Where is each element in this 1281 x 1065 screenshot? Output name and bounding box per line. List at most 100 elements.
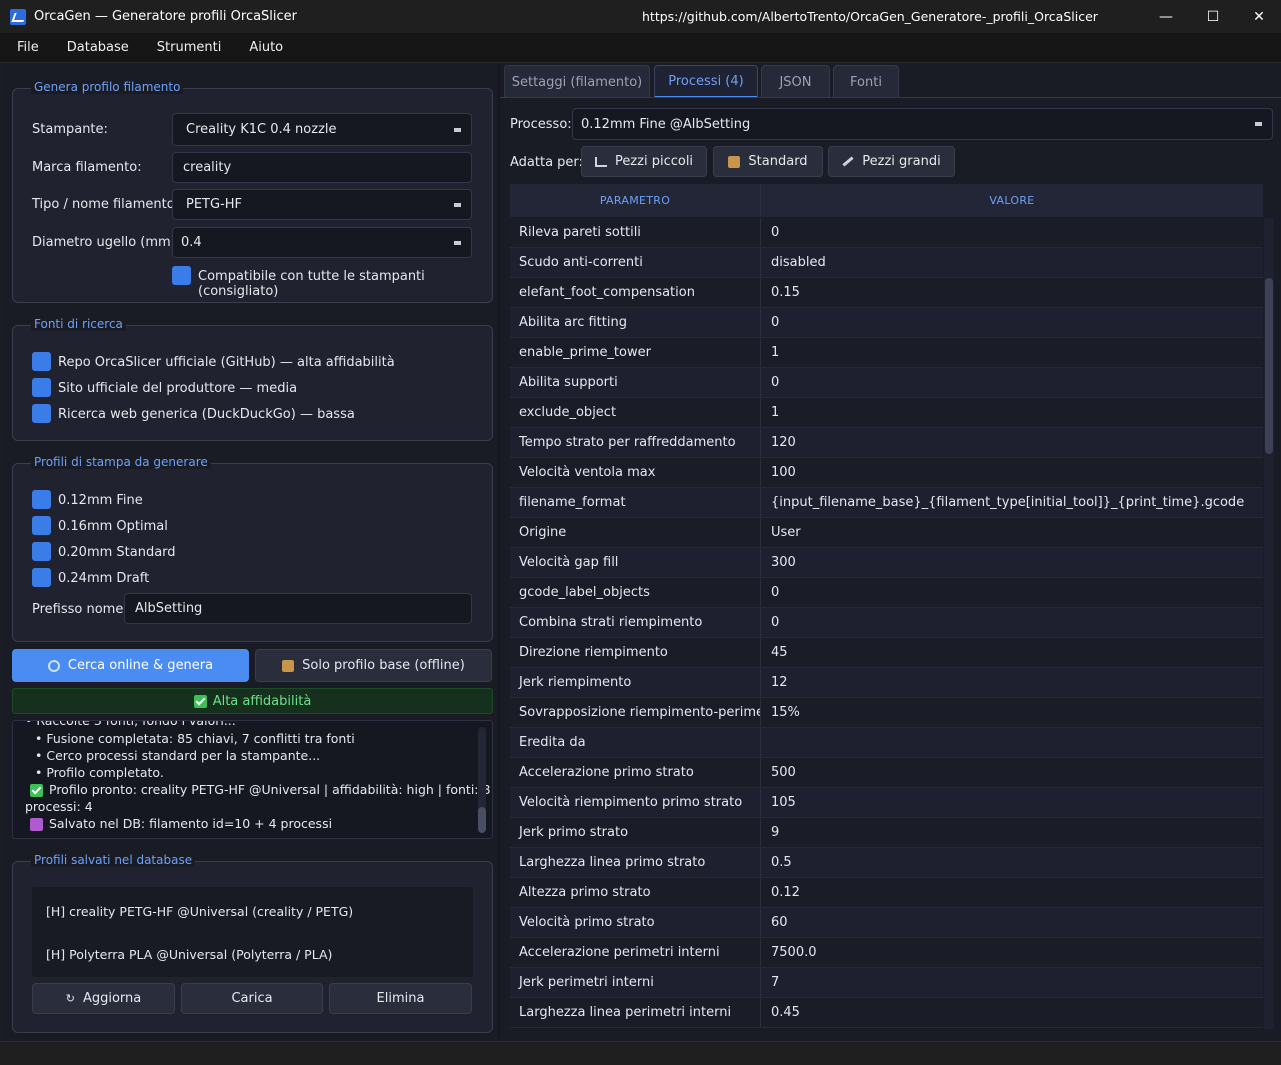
table-row[interactable]: Sovrapposizione riempimento-perimetri 15% (510, 698, 1263, 728)
minimize-button[interactable]: — (1143, 0, 1189, 33)
close-button[interactable]: ✕ (1236, 0, 1281, 33)
list-item[interactable]: [H] Polyterra PLA @Universal (Polyterra … (46, 947, 332, 962)
table-row[interactable]: Accelerazione primo strato 500 (510, 758, 1263, 788)
profile-fine-checkbox[interactable] (32, 490, 51, 509)
saved-profiles-list[interactable]: [H] creality PETG-HF @Universal (crealit… (32, 887, 473, 977)
standard-button[interactable]: Standard (713, 146, 823, 177)
table-row[interactable]: filename_format {input_filename_base}_{fi… (510, 488, 1263, 518)
nozzle-spinbox[interactable]: 0.4 (172, 227, 472, 258)
param-value-cell[interactable]: 15% (761, 698, 1263, 727)
base-profile-button[interactable]: Solo profilo base (offline) (255, 649, 492, 682)
printer-select[interactable]: Creality K1C 0.4 nozzle (172, 113, 472, 146)
search-generate-button[interactable]: Cerca online & genera (12, 649, 249, 682)
table-row[interactable]: Altezza primo strato 0.12 (510, 878, 1263, 908)
param-value-cell[interactable]: 0.12 (761, 878, 1263, 907)
param-value-cell[interactable]: 300 (761, 548, 1263, 577)
table-row[interactable]: Jerk perimetri interni 7 (510, 968, 1263, 998)
profile-draft-checkbox[interactable] (32, 568, 51, 587)
menu-file[interactable]: File (17, 40, 39, 55)
param-value-cell[interactable]: 0 (761, 578, 1263, 607)
table-row[interactable]: Velocità primo strato 60 (510, 908, 1263, 938)
compat-checkbox[interactable] (172, 266, 191, 285)
param-value-cell[interactable]: User (761, 518, 1263, 547)
param-value-cell[interactable]: disabled (761, 248, 1263, 277)
table-row[interactable]: Eredita da (510, 728, 1263, 758)
check-icon (193, 694, 207, 708)
tab-processes[interactable]: Processi (4) (654, 65, 758, 98)
table-row[interactable]: Velocità riempimento primo strato 105 (510, 788, 1263, 818)
table-row[interactable]: Jerk riempimento 12 (510, 668, 1263, 698)
param-value-cell[interactable]: 1 (761, 398, 1263, 427)
table-row[interactable]: enable_prime_tower 1 (510, 338, 1263, 368)
source-vendor-checkbox[interactable] (32, 378, 51, 397)
table-row[interactable]: elefant_foot_compensation 0.15 (510, 278, 1263, 308)
table-row[interactable]: Velocità gap fill 300 (510, 548, 1263, 578)
table-row[interactable]: Scudo anti-correnti disabled (510, 248, 1263, 278)
param-value-cell[interactable]: 500 (761, 758, 1263, 787)
table-row[interactable]: Origine User (510, 518, 1263, 548)
tab-settings[interactable]: Settaggi (filamento) (504, 65, 650, 98)
menu-aiuto[interactable]: Aiuto (249, 40, 283, 55)
param-name-cell: Tempo strato per raffreddamento (510, 428, 761, 457)
table-row[interactable]: Velocità ventola max 100 (510, 458, 1263, 488)
table-row[interactable]: Larghezza linea perimetri interni 0.45 (510, 998, 1263, 1028)
table-row[interactable]: Direzione riempimento 45 (510, 638, 1263, 668)
param-value-cell[interactable]: 105 (761, 788, 1263, 817)
param-value-cell[interactable]: 7 (761, 968, 1263, 997)
menu-database[interactable]: Database (67, 40, 129, 55)
table-row[interactable]: Combina strati riempimento 0 (510, 608, 1263, 638)
table-row[interactable]: Jerk primo strato 9 (510, 818, 1263, 848)
column-header-param[interactable]: PARAMETRO (510, 184, 761, 217)
maximize-button[interactable]: ☐ (1190, 0, 1236, 33)
type-select[interactable]: PETG-HF (172, 189, 472, 220)
prefix-value: AlbSetting (135, 601, 203, 616)
table-row[interactable]: Larghezza linea primo strato 0.5 (510, 848, 1263, 878)
log-area[interactable]: • Raccolte 3 fonti, fondo i valori... • … (12, 720, 493, 839)
reliability-badge: Alta affidabilità (12, 688, 493, 714)
table-row[interactable]: Abilita arc fitting 0 (510, 308, 1263, 338)
tab-json[interactable]: JSON (761, 65, 830, 98)
param-value-cell[interactable]: 12 (761, 668, 1263, 697)
delete-button[interactable]: Elimina (329, 983, 472, 1014)
param-value-cell[interactable]: 1 (761, 338, 1263, 367)
table-row[interactable]: Tempo strato per raffreddamento 120 (510, 428, 1263, 458)
table-row[interactable]: gcode_label_objects 0 (510, 578, 1263, 608)
table-scrollbar[interactable] (1264, 218, 1274, 1029)
param-value-cell[interactable]: 7500.0 (761, 938, 1263, 967)
load-button[interactable]: Carica (181, 983, 323, 1014)
refresh-button[interactable]: ↻ Aggiorna (32, 983, 175, 1014)
param-value-cell[interactable]: 0.5 (761, 848, 1263, 877)
param-value-cell[interactable]: 60 (761, 908, 1263, 937)
param-value-cell[interactable]: 120 (761, 428, 1263, 457)
column-header-value[interactable]: VALORE (761, 184, 1263, 217)
tab-sources[interactable]: Fonti (833, 65, 899, 98)
source-github-checkbox[interactable] (32, 352, 51, 371)
param-value-cell[interactable]: {input_filename_base}_{filament_type[ini… (761, 488, 1263, 517)
param-value-cell[interactable]: 100 (761, 458, 1263, 487)
param-value-cell[interactable] (761, 728, 1263, 757)
profile-optimal-checkbox[interactable] (32, 516, 51, 535)
param-value-cell[interactable]: 0 (761, 368, 1263, 397)
param-value-cell[interactable]: 0 (761, 608, 1263, 637)
log-scrollbar-thumb[interactable] (478, 807, 486, 833)
table-scrollbar-thumb[interactable] (1265, 278, 1273, 454)
small-parts-button[interactable]: Pezzi piccoli (581, 146, 707, 177)
param-value-cell[interactable]: 0 (761, 308, 1263, 337)
table-row[interactable]: Abilita supporti 0 (510, 368, 1263, 398)
process-select[interactable]: 0.12mm Fine @AlbSetting (572, 108, 1273, 140)
table-row[interactable]: Accelerazione perimetri interni 7500.0 (510, 938, 1263, 968)
menu-strumenti[interactable]: Strumenti (157, 40, 222, 55)
list-item[interactable]: [H] creality PETG-HF @Universal (crealit… (46, 904, 353, 919)
param-value-cell[interactable]: 45 (761, 638, 1263, 667)
param-value-cell[interactable]: 0.15 (761, 278, 1263, 307)
param-value-cell[interactable]: 9 (761, 818, 1263, 847)
table-row[interactable]: Rileva pareti sottili 0 (510, 218, 1263, 248)
large-parts-button[interactable]: Pezzi grandi (828, 146, 955, 177)
brand-input[interactable]: creality (172, 152, 472, 183)
param-value-cell[interactable]: 0 (761, 218, 1263, 247)
param-value-cell[interactable]: 0.45 (761, 998, 1263, 1027)
source-web-checkbox[interactable] (32, 404, 51, 423)
prefix-input[interactable]: AlbSetting (124, 593, 472, 624)
profile-standard-checkbox[interactable] (32, 542, 51, 561)
table-row[interactable]: exclude_object 1 (510, 398, 1263, 428)
